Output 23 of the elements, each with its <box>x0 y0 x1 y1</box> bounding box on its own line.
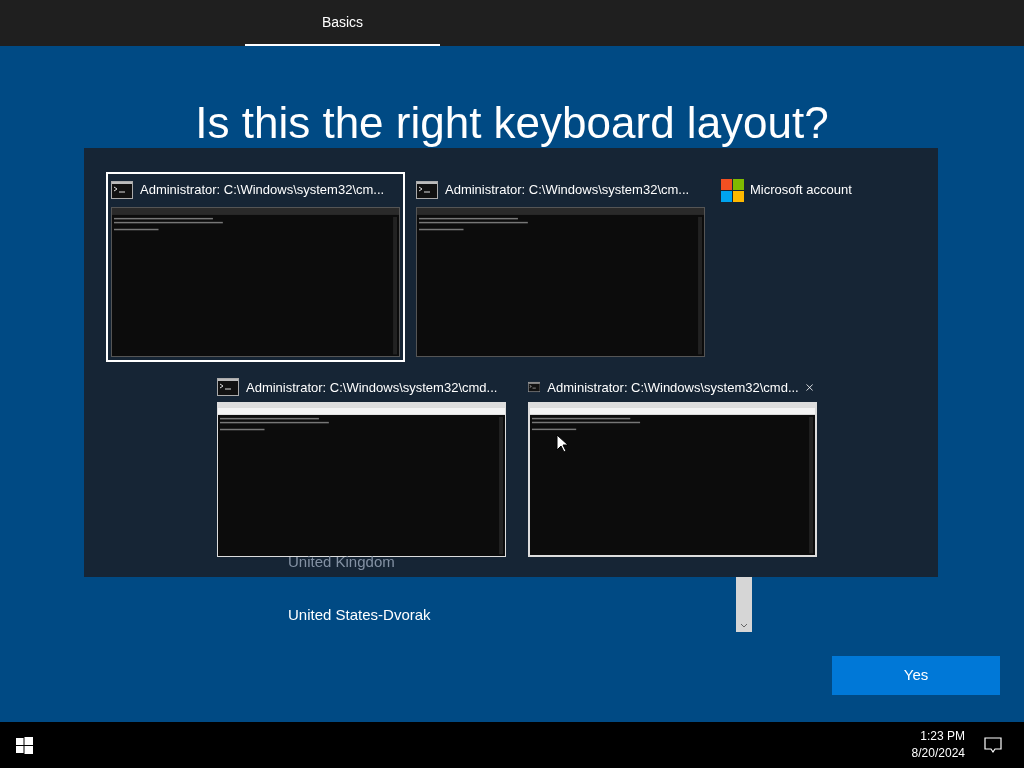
account-thumbnail[interactable]: Microsoft account <box>716 175 857 205</box>
page-title: Is this the right keyboard layout? <box>194 97 830 148</box>
clock-time[interactable]: 1:23 PM <box>920 728 965 745</box>
notifications-icon[interactable] <box>984 736 1002 754</box>
terminal-icon <box>217 378 239 397</box>
window-thumbnail[interactable]: Administrator: C:\Windows\system32\cm... <box>106 172 405 362</box>
mouse-cursor-icon <box>556 434 568 453</box>
clock-date[interactable]: 8/20/2024 <box>911 745 965 762</box>
window-title: Administrator: C:\Windows\system32\cm... <box>140 181 385 200</box>
scrollbar[interactable] <box>736 577 752 632</box>
start-icon[interactable] <box>16 736 33 754</box>
header-tab[interactable]: Basics <box>245 0 440 46</box>
terminal-icon <box>416 180 438 199</box>
window-title: Microsoft account <box>750 181 852 200</box>
window-title: Administrator: C:\Windows\system32\cmd... <box>246 378 498 397</box>
terminal-icon <box>111 180 133 199</box>
window-title: Administrator: C:\Windows\system32\cm... <box>445 181 690 200</box>
four-squares-logo-icon <box>721 178 744 202</box>
yes-button[interactable]: Yes <box>832 656 1000 695</box>
window-title: Administrator: C:\Windows\system32\cmd... <box>547 378 799 397</box>
layout-option[interactable]: United Kingdom <box>288 552 395 572</box>
layout-option[interactable]: United States-Dvorak <box>288 605 431 625</box>
scroll-down-icon[interactable] <box>740 623 748 629</box>
